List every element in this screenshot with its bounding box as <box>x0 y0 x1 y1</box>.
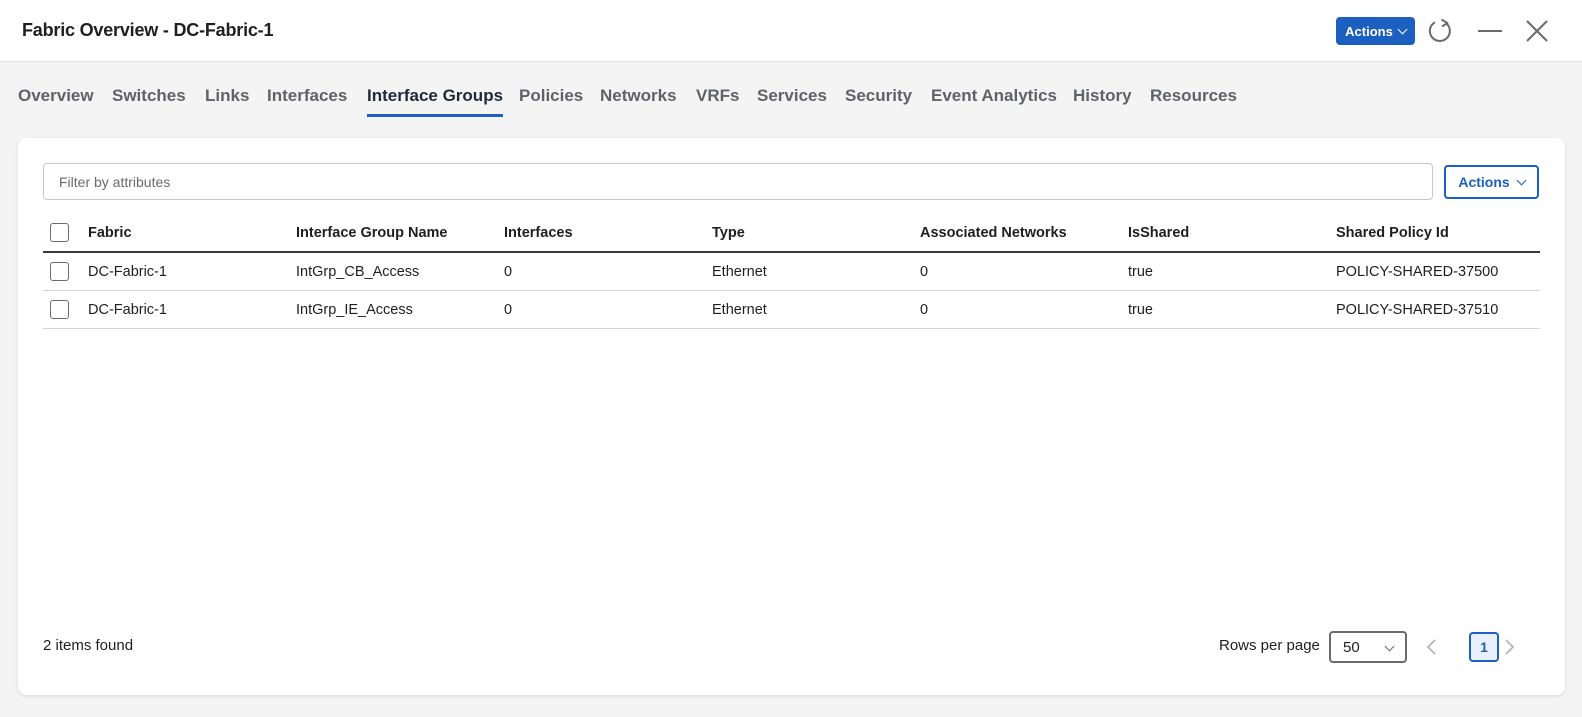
select-all-checkbox[interactable] <box>50 223 69 242</box>
chevron-down-icon <box>1384 641 1395 652</box>
items-found-count: 2 items found <box>43 637 134 654</box>
interface-groups-table: Fabric Interface Group Name Interfaces T… <box>43 210 1540 329</box>
chevron-down-icon <box>1397 24 1408 34</box>
chevron-right-icon <box>1505 639 1515 655</box>
cell-interfaces: 0 <box>504 263 513 280</box>
title-bar: Fabric Overview - DC-Fabric-1 Actions <box>0 0 1582 62</box>
cell-associated-networks: 0 <box>920 301 929 318</box>
column-header-shared-policy-id[interactable]: Shared Policy Id <box>1336 210 1449 251</box>
tab-overview[interactable]: Overview <box>18 86 94 114</box>
column-header-isshared[interactable]: IsShared <box>1128 210 1189 251</box>
column-header-interfaces[interactable]: Interfaces <box>504 210 573 251</box>
next-page-button[interactable] <box>1499 637 1519 657</box>
cell-shared-policy-id: POLICY-SHARED-37510 <box>1336 301 1499 318</box>
cell-interfaces: 0 <box>504 301 513 318</box>
rows-per-page-value: 50 <box>1343 638 1360 656</box>
cell-interface-group-name: IntGrp_CB_Access <box>296 263 420 280</box>
column-header-fabric[interactable]: Fabric <box>88 210 132 251</box>
header-actions-button[interactable]: Actions <box>1336 17 1415 45</box>
refresh-icon <box>1428 18 1451 42</box>
tab-policies[interactable]: Policies <box>519 86 583 114</box>
minimize-button[interactable] <box>1473 14 1507 48</box>
chevron-down-icon <box>1516 175 1527 185</box>
tab-interfaces[interactable]: Interfaces <box>267 86 347 114</box>
page-title: Fabric Overview - DC-Fabric-1 <box>22 20 274 40</box>
cell-isshared: true <box>1128 263 1153 280</box>
cell-type: Ethernet <box>712 263 767 280</box>
table-actions-label: Actions <box>1458 174 1510 190</box>
content-card: Actions Fabric Interface Group Name Inte… <box>18 138 1565 695</box>
close-icon <box>1526 20 1548 42</box>
cell-isshared: true <box>1128 301 1153 318</box>
cell-fabric: DC-Fabric-1 <box>88 301 167 318</box>
tab-history[interactable]: History <box>1073 86 1132 114</box>
table-actions-button[interactable]: Actions <box>1444 165 1539 199</box>
tab-bar: Overview Switches Links Interfaces Inter… <box>0 62 1582 120</box>
tab-security[interactable]: Security <box>845 86 912 114</box>
cell-type: Ethernet <box>712 301 767 318</box>
table-row[interactable]: DC-Fabric-1 IntGrp_IE_Access 0 Ethernet … <box>43 291 1540 329</box>
cell-fabric: DC-Fabric-1 <box>88 263 167 280</box>
column-header-type[interactable]: Type <box>712 210 745 251</box>
close-button[interactable] <box>1520 14 1554 48</box>
table-row[interactable]: DC-Fabric-1 IntGrp_CB_Access 0 Ethernet … <box>43 253 1540 291</box>
header-actions-label: Actions <box>1345 23 1393 39</box>
column-header-interface-group-name[interactable]: Interface Group Name <box>296 210 448 251</box>
tab-networks[interactable]: Networks <box>600 86 677 114</box>
tab-resources[interactable]: Resources <box>1150 86 1237 114</box>
tab-interface-groups[interactable]: Interface Groups <box>367 86 504 117</box>
rows-per-page-select[interactable]: 50 <box>1329 631 1407 663</box>
filter-input[interactable] <box>43 163 1433 200</box>
rows-per-page-label: Rows per page <box>1219 637 1320 654</box>
page-number-current[interactable]: 1 <box>1469 632 1499 662</box>
tab-event-analytics[interactable]: Event Analytics <box>931 86 1057 114</box>
previous-page-button[interactable] <box>1422 637 1442 657</box>
cell-shared-policy-id: POLICY-SHARED-37500 <box>1336 263 1499 280</box>
column-header-associated-networks[interactable]: Associated Networks <box>920 210 1067 251</box>
cell-associated-networks: 0 <box>920 263 929 280</box>
chevron-left-icon <box>1426 639 1436 655</box>
tab-links[interactable]: Links <box>205 86 249 114</box>
cell-interface-group-name: IntGrp_IE_Access <box>296 301 413 318</box>
minimize-icon <box>1478 30 1502 32</box>
row-checkbox[interactable] <box>50 262 69 281</box>
tab-services[interactable]: Services <box>757 86 827 114</box>
tab-switches[interactable]: Switches <box>112 86 186 114</box>
table-header: Fabric Interface Group Name Interfaces T… <box>43 210 1540 253</box>
tab-vrfs[interactable]: VRFs <box>696 86 739 114</box>
row-checkbox[interactable] <box>50 300 69 319</box>
refresh-button[interactable] <box>1423 14 1457 48</box>
